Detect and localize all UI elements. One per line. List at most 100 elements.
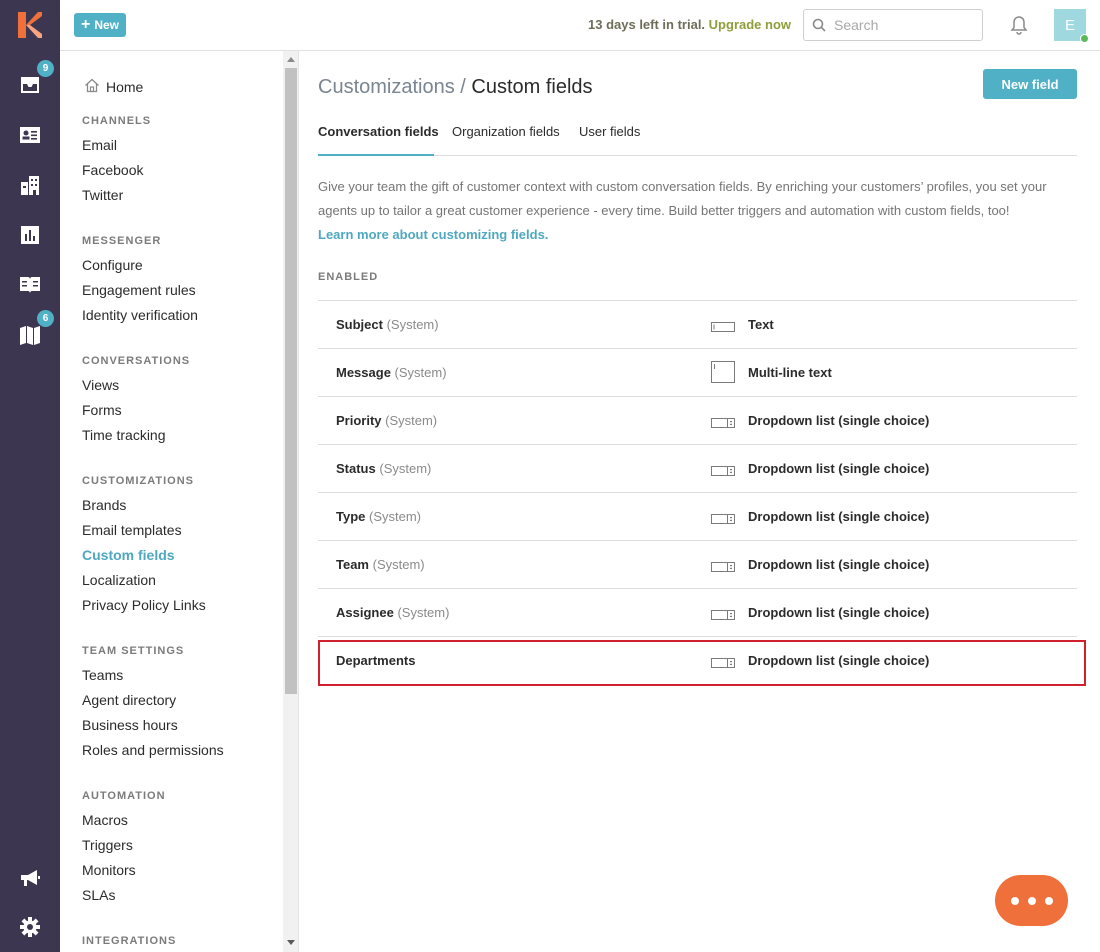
announcements-icon[interactable] — [15, 863, 45, 893]
sidebar-item-agent-directory[interactable]: Agent directory — [82, 692, 176, 708]
home-icon — [84, 78, 100, 96]
reports-icon[interactable] — [15, 220, 45, 250]
inbox-badge: 9 — [37, 60, 54, 77]
breadcrumb: Customizations / Custom fields — [318, 76, 593, 99]
sidebar-item-facebook[interactable]: Facebook — [82, 162, 143, 178]
kustomer-logo-icon[interactable] — [18, 12, 42, 38]
organizations-icon[interactable] — [15, 170, 45, 200]
field-type: Dropdown list (single choice) — [748, 509, 930, 524]
new-button[interactable]: + New — [74, 13, 126, 37]
field-name: Subject (System) — [336, 317, 439, 332]
roadmap-badge: 6 — [37, 310, 54, 327]
tab-organization-fields[interactable]: Organization fields — [452, 124, 560, 139]
field-name: Status (System) — [336, 461, 432, 476]
sidebar-item-slas[interactable]: SLAs — [82, 887, 115, 903]
dot-icon — [1044, 896, 1053, 905]
sidebar-item-forms[interactable]: Forms — [82, 402, 122, 418]
section-title-automation: AUTOMATION — [82, 790, 166, 802]
dot-icon — [1027, 896, 1036, 905]
field-type: Dropdown list (single choice) — [748, 653, 930, 668]
dropdown-icon — [711, 607, 735, 625]
upgrade-link[interactable]: Upgrade now — [709, 17, 791, 32]
field-row-status[interactable]: Status (System) Dropdown list (single ch… — [318, 445, 1077, 493]
notifications-bell-icon[interactable] — [1008, 14, 1030, 36]
online-status-dot — [1080, 34, 1089, 43]
section-title-integrations: INTEGRATIONS — [82, 935, 177, 947]
search-input[interactable] — [834, 17, 974, 33]
field-row-departments[interactable]: Departments Dropdown list (single choice… — [318, 637, 1077, 685]
tab-conversation-fields[interactable]: Conversation fields — [318, 124, 439, 139]
scroll-up-arrow-icon[interactable] — [287, 57, 295, 62]
chat-launcher-button[interactable] — [995, 875, 1068, 926]
sidebar-item-monitors[interactable]: Monitors — [82, 862, 136, 878]
home-label: Home — [106, 79, 144, 95]
sidebar-item-privacy-policy-links[interactable]: Privacy Policy Links — [82, 597, 206, 613]
sidebar-item-configure[interactable]: Configure — [82, 257, 143, 273]
field-type: Multi-line text — [748, 365, 832, 380]
sidebar-item-teams[interactable]: Teams — [82, 667, 123, 683]
field-name: Priority (System) — [336, 413, 438, 428]
scroll-down-arrow-icon[interactable] — [287, 940, 295, 945]
field-name: Message (System) — [336, 365, 447, 380]
dropdown-icon — [711, 511, 735, 529]
sidebar-item-time-tracking[interactable]: Time tracking — [82, 427, 166, 443]
avatar-initial: E — [1064, 16, 1075, 34]
main-content: Customizations / Custom fields New field… — [300, 51, 1100, 952]
sidebar-item-twitter[interactable]: Twitter — [82, 187, 123, 203]
section-title-channels: CHANNELS — [82, 115, 152, 127]
contacts-icon[interactable] — [15, 120, 45, 150]
dropdown-icon — [711, 655, 735, 673]
sidebar-item-engagement-rules[interactable]: Engagement rules — [82, 282, 196, 298]
active-tab-indicator — [318, 154, 434, 156]
trial-text: 13 days left in trial. — [588, 17, 706, 32]
sidebar-item-views[interactable]: Views — [82, 377, 119, 393]
text-field-icon — [711, 319, 735, 337]
page-title: Custom fields — [471, 76, 593, 98]
new-field-button[interactable]: New field — [983, 69, 1077, 99]
sidebar-item-macros[interactable]: Macros — [82, 812, 128, 828]
user-avatar[interactable]: E — [1054, 9, 1089, 43]
sidebar-item-roles-and-permissions[interactable]: Roles and permissions — [82, 742, 224, 758]
field-row-assignee[interactable]: Assignee (System) Dropdown list (single … — [318, 589, 1077, 637]
learn-more-link[interactable]: Learn more about customizing fields. — [318, 223, 1063, 247]
field-type: Dropdown list (single choice) — [748, 461, 930, 476]
field-type-tabs: Conversation fields Organization fields … — [318, 119, 1077, 156]
field-name: Assignee (System) — [336, 605, 450, 620]
field-row-team[interactable]: Team (System) Dropdown list (single choi… — [318, 541, 1077, 589]
description-text: Give your team the gift of customer cont… — [318, 179, 1047, 218]
field-type: Dropdown list (single choice) — [748, 413, 930, 428]
tab-user-fields[interactable]: User fields — [579, 124, 640, 139]
sidebar-item-triggers[interactable]: Triggers — [82, 837, 133, 853]
field-row-message[interactable]: Message (System) Multi-line text — [318, 349, 1077, 397]
fields-table: Subject (System) Text Message (System) M… — [318, 300, 1077, 685]
sidebar-scrollbar[interactable] — [283, 51, 299, 952]
field-row-type[interactable]: Type (System) Dropdown list (single choi… — [318, 493, 1077, 541]
sidebar-item-home[interactable]: Home — [84, 78, 143, 96]
dropdown-icon — [711, 559, 735, 577]
settings-gear-icon[interactable] — [15, 912, 45, 942]
inbox-icon[interactable]: 9 — [15, 60, 54, 100]
sidebar-item-email-templates[interactable]: Email templates — [82, 522, 182, 538]
sidebar-item-brands[interactable]: Brands — [82, 497, 126, 513]
field-type: Dropdown list (single choice) — [748, 605, 930, 620]
sidebar-item-identity-verification[interactable]: Identity verification — [82, 307, 198, 323]
dropdown-icon — [711, 463, 735, 481]
scrollbar-thumb[interactable] — [285, 68, 297, 694]
plus-icon: + — [80, 16, 91, 33]
sidebar-item-business-hours[interactable]: Business hours — [82, 717, 178, 733]
breadcrumb-parent-link[interactable]: Customizations — [318, 76, 455, 98]
sidebar-item-localization[interactable]: Localization — [82, 572, 156, 588]
roadmap-icon[interactable]: 6 — [15, 310, 54, 350]
sidebar-item-custom-fields[interactable]: Custom fields — [82, 547, 175, 563]
field-type: Text — [748, 317, 774, 332]
dropdown-icon — [711, 415, 735, 433]
knowledge-base-icon[interactable] — [15, 270, 45, 300]
field-name: Type (System) — [336, 509, 422, 524]
search-box[interactable] — [803, 9, 983, 41]
field-row-subject[interactable]: Subject (System) Text — [318, 301, 1077, 349]
field-type: Dropdown list (single choice) — [748, 557, 930, 572]
new-button-label: New — [94, 18, 120, 32]
field-row-priority[interactable]: Priority (System) Dropdown list (single … — [318, 397, 1077, 445]
multiline-text-icon — [711, 361, 735, 388]
sidebar-item-email[interactable]: Email — [82, 137, 117, 153]
